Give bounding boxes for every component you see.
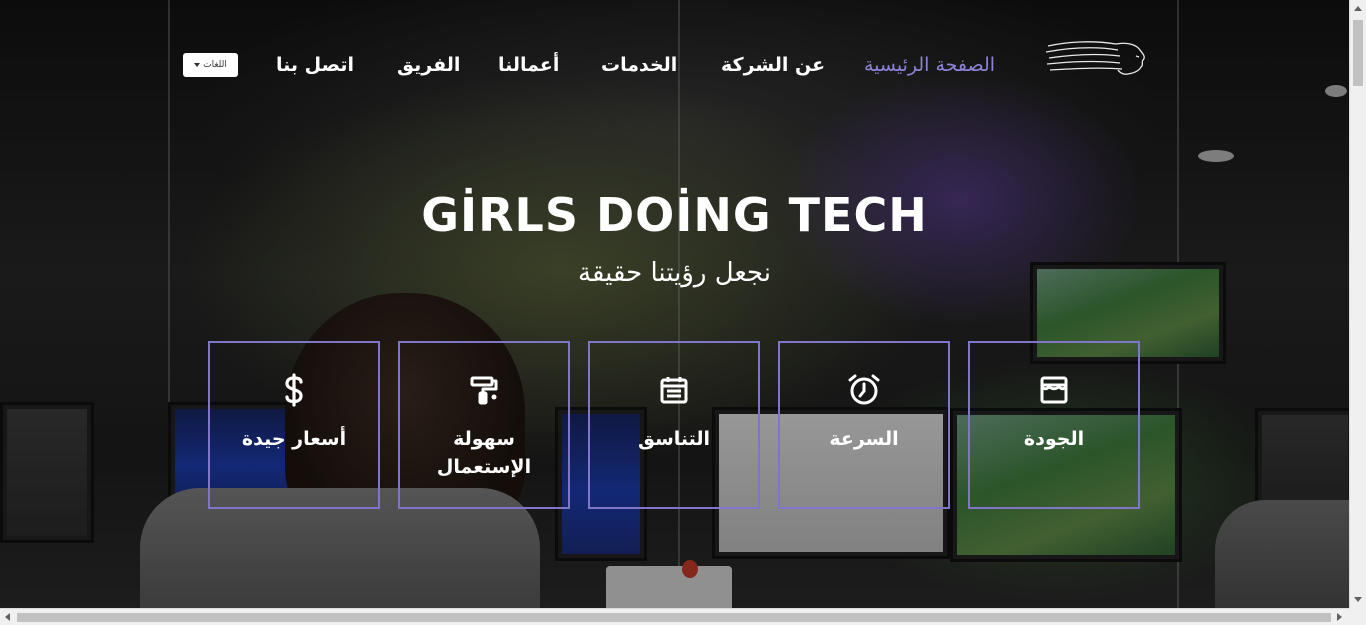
- dollar-icon: [210, 373, 378, 407]
- scroll-down-arrow-icon[interactable]: [1354, 597, 1362, 602]
- paint-roller-icon: [400, 373, 568, 407]
- calendar-icon: [590, 373, 758, 407]
- feature-consistency[interactable]: التناسق: [588, 341, 760, 509]
- language-button-label: اللغات: [203, 60, 227, 70]
- nav-portfolio[interactable]: أعمالنا: [498, 54, 559, 76]
- caret-down-icon: [194, 63, 201, 67]
- feature-quality[interactable]: الجودة: [968, 341, 1140, 509]
- nav-services[interactable]: الخدمات: [601, 54, 677, 76]
- feature-label: سهولة الإستعمال: [436, 428, 532, 478]
- feature-label: أسعار جيدة: [241, 428, 347, 450]
- vertical-scrollbar[interactable]: [1349, 0, 1366, 608]
- scrollbar-corner: [1349, 608, 1366, 625]
- horizontal-scrollbar[interactable]: [0, 608, 1366, 625]
- hero-subtitle: نجعل رؤيتنا حقيقة: [578, 258, 771, 288]
- main-navbar: الصفحة الرئيسية عن الشركة الخدمات أعمالن…: [0, 38, 1349, 98]
- nav-contact[interactable]: اتصل بنا: [276, 54, 354, 76]
- feature-ease-of-use[interactable]: سهولة الإستعمال: [398, 341, 570, 509]
- scroll-right-arrow-icon[interactable]: [1337, 613, 1342, 621]
- scroll-left-arrow-icon[interactable]: [5, 613, 10, 621]
- nav-about[interactable]: عن الشركة: [721, 54, 825, 76]
- nav-team[interactable]: الفريق: [397, 54, 460, 76]
- feature-label: السرعة: [829, 428, 899, 450]
- nav-home[interactable]: الصفحة الرئيسية: [864, 54, 995, 76]
- hero-title: GİRLS DOİNG TECH: [421, 188, 928, 242]
- vertical-scroll-thumb[interactable]: [1353, 20, 1363, 86]
- horizontal-scroll-thumb[interactable]: [17, 613, 1331, 622]
- feature-speed[interactable]: السرعة: [778, 341, 950, 509]
- feature-good-prices[interactable]: أسعار جيدة: [208, 341, 380, 509]
- language-dropdown-button[interactable]: اللغات: [183, 53, 238, 77]
- feature-label: الجودة: [1023, 428, 1085, 450]
- store-icon: [970, 373, 1138, 407]
- alarm-clock-icon: [780, 373, 948, 407]
- page-viewport: الصفحة الرئيسية عن الشركة الخدمات أعمالن…: [0, 0, 1349, 608]
- girl-profile-logo-icon[interactable]: [1045, 38, 1148, 78]
- scroll-up-arrow-icon[interactable]: [1354, 6, 1362, 11]
- feature-label: التناسق: [637, 428, 711, 450]
